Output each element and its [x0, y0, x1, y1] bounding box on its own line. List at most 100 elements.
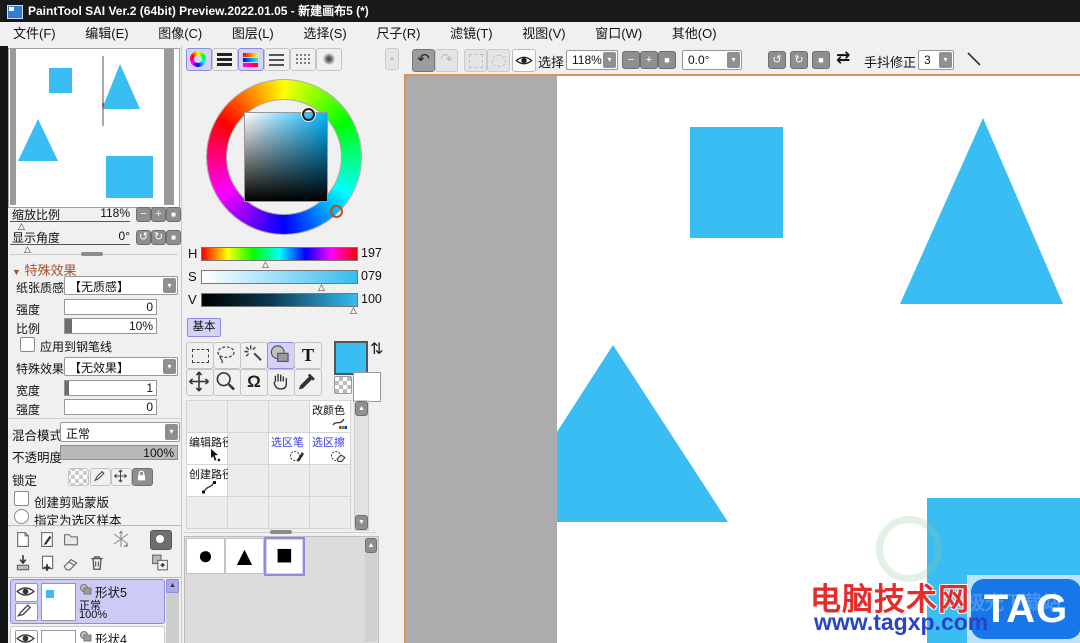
- selection-source-radio[interactable]: [14, 509, 29, 524]
- menu-file[interactable]: 文件(F): [0, 22, 69, 45]
- hue-slider-marker[interactable]: △: [262, 260, 269, 269]
- sat-slider[interactable]: [201, 270, 358, 284]
- navigator-zoom-slider[interactable]: 缩放比例 118%: [10, 206, 130, 222]
- menu-image[interactable]: 图像(C): [145, 22, 215, 45]
- brush-preview-panel-button[interactable]: [316, 48, 342, 71]
- canvas-document[interactable]: [557, 76, 1080, 643]
- rotate-cw-button[interactable]: ↻: [151, 230, 166, 245]
- panel-divider-handle[interactable]: [270, 530, 292, 534]
- scroll-up-button[interactable]: ▲: [166, 579, 179, 593]
- zoom-out-button[interactable]: −: [622, 51, 640, 69]
- transform-selection-button[interactable]: [464, 49, 487, 72]
- swap-colors-icon[interactable]: ⇅: [370, 339, 383, 359]
- zoom-in-button[interactable]: +: [640, 51, 658, 69]
- slider-panel-button[interactable]: [264, 48, 290, 71]
- navigator-angle-slider[interactable]: 显示角度 0°: [10, 229, 130, 245]
- magic-wand-tool[interactable]: [240, 342, 268, 369]
- move-tool[interactable]: [186, 369, 214, 396]
- rect-select-tool[interactable]: [186, 342, 214, 369]
- tool-slot-empty[interactable]: [187, 401, 228, 433]
- val-slider-marker[interactable]: △: [350, 306, 357, 315]
- new-layer-button[interactable]: [14, 531, 32, 548]
- menu-window[interactable]: 窗口(W): [582, 22, 655, 45]
- paper-texture-dropdown[interactable]: 【无质感】 ▾: [64, 276, 178, 295]
- new-folder-button[interactable]: [62, 531, 80, 548]
- rotate-view-tool[interactable]: Ω: [240, 369, 268, 396]
- stabilizer-dropdown[interactable]: 3 ▾: [918, 50, 954, 70]
- tool-slot-empty[interactable]: [269, 401, 310, 433]
- layer-mask-button[interactable]: [150, 530, 172, 550]
- canvas-viewport[interactable]: www.xz7.com TAG 极光下载站 电脑技术网 www.tagxp.co…: [404, 74, 1080, 643]
- view-angle-dropdown[interactable]: 0.0° ▾: [682, 50, 742, 70]
- panel-divider-handle[interactable]: [81, 252, 103, 256]
- rotate-reset-button[interactable]: ■: [166, 230, 181, 245]
- line-quality-button[interactable]: [964, 49, 984, 69]
- delete-layer-button[interactable]: [88, 553, 106, 572]
- text-tool[interactable]: T: [294, 342, 322, 369]
- apply-to-pen-checkbox[interactable]: [20, 337, 35, 352]
- scroll-up-button[interactable]: ▲: [365, 538, 377, 553]
- tool-grid-scrollbar[interactable]: ▲ ▼: [354, 400, 369, 531]
- layer-row-shape5[interactable]: 形状5 正常 100%: [10, 579, 165, 624]
- layer-row-shape4[interactable]: 形状4: [10, 626, 165, 643]
- layer-visibility-button[interactable]: [15, 583, 38, 602]
- symmetry-ruler-button[interactable]: [110, 529, 132, 549]
- rotate-ccw-button[interactable]: ↺: [768, 51, 786, 69]
- secondary-color-swatch[interactable]: [353, 372, 381, 402]
- tool-slot-empty[interactable]: [269, 465, 310, 497]
- shape-swatch-square[interactable]: ■: [264, 537, 305, 576]
- zoom-out-button[interactable]: −: [136, 207, 151, 222]
- tool-slot-empty[interactable]: [228, 401, 269, 433]
- menu-other[interactable]: 其他(O): [659, 22, 730, 45]
- menu-layer[interactable]: 图层(L): [219, 22, 287, 45]
- sv-marker[interactable]: [302, 108, 315, 121]
- shape-swatch-circle[interactable]: ●: [186, 538, 225, 574]
- tool-slot-empty[interactable]: [228, 497, 269, 529]
- zoom-reset-button[interactable]: ■: [658, 51, 676, 69]
- rotate-reset-button[interactable]: ■: [812, 51, 830, 69]
- effect-strength-input[interactable]: 0: [64, 399, 157, 415]
- menu-edit[interactable]: 编辑(E): [72, 22, 141, 45]
- tool-slot-create-path[interactable]: 创建路径: [187, 465, 233, 497]
- lock-position-button[interactable]: [111, 468, 132, 486]
- menu-view[interactable]: 视图(V): [509, 22, 578, 45]
- navigator-preview[interactable]: [8, 48, 180, 208]
- paper-strength-input[interactable]: 0: [64, 299, 157, 315]
- redo-button[interactable]: ↷: [435, 49, 458, 72]
- tool-slot-edit-path[interactable]: 编辑路径: [187, 433, 233, 465]
- lasso-tool[interactable]: [213, 342, 241, 369]
- tool-slot-empty[interactable]: [310, 497, 351, 529]
- rotate-cw-button[interactable]: ↻: [790, 51, 808, 69]
- tool-slot-empty[interactable]: [228, 433, 269, 465]
- tab-basic[interactable]: 基本: [187, 318, 221, 337]
- hand-tool[interactable]: [267, 369, 295, 396]
- tool-slot-empty[interactable]: [187, 497, 228, 529]
- merge-down-button[interactable]: [14, 554, 32, 572]
- val-slider[interactable]: [201, 293, 358, 307]
- tool-slot-empty[interactable]: [310, 465, 351, 497]
- color-mixer-panel-button[interactable]: [238, 48, 264, 71]
- color-bars-panel-button[interactable]: [212, 48, 238, 71]
- effect-width-input[interactable]: 1: [64, 380, 157, 396]
- primary-color-swatch[interactable]: [334, 341, 368, 375]
- transparent-color-swatch[interactable]: [334, 376, 352, 394]
- zoom-level-dropdown[interactable]: 118% ▾: [566, 50, 618, 70]
- sat-slider-marker[interactable]: △: [318, 283, 325, 292]
- swatches-panel-button[interactable]: [290, 48, 316, 71]
- new-linework-layer-button[interactable]: [38, 531, 56, 548]
- zoom-in-button[interactable]: +: [151, 207, 166, 222]
- lock-transparency-button[interactable]: [68, 468, 89, 486]
- paper-scale-input[interactable]: 10%: [64, 318, 157, 334]
- hue-slider[interactable]: [201, 247, 358, 261]
- color-wheel-panel-button[interactable]: [186, 48, 212, 71]
- transform-free-button[interactable]: [487, 49, 510, 72]
- scroll-down-button[interactable]: ▼: [355, 515, 368, 530]
- copy-layer-button[interactable]: [38, 554, 56, 572]
- clipping-mask-checkbox[interactable]: [14, 491, 29, 506]
- tool-slot-selection-pen[interactable]: 选区笔: [269, 433, 310, 465]
- panel-collapse-button[interactable]: ▲: [385, 48, 399, 70]
- clear-layer-button[interactable]: [62, 554, 80, 572]
- lock-pixels-button[interactable]: [90, 468, 111, 486]
- zoom-reset-button[interactable]: ■: [166, 207, 181, 222]
- tool-slot-empty[interactable]: [228, 465, 269, 497]
